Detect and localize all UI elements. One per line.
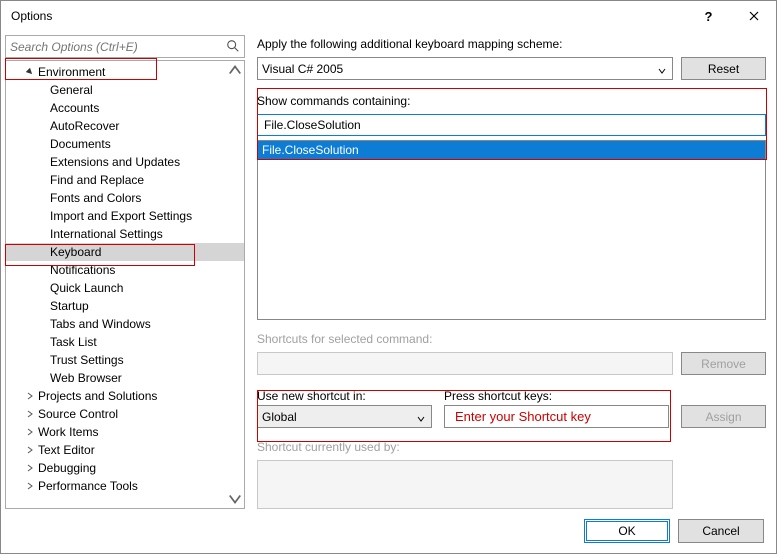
reset-button[interactable]: Reset [681, 57, 766, 80]
shortcuts-combo [257, 352, 673, 375]
tree-item[interactable]: Keyboard [6, 243, 244, 261]
tree-item[interactable]: Quick Launch [6, 279, 244, 297]
expand-icon[interactable] [24, 66, 36, 78]
scroll-down-icon[interactable] [228, 492, 242, 506]
filter-input[interactable] [262, 117, 761, 133]
tree-node[interactable]: Text Editor [6, 441, 244, 459]
expand-icon[interactable] [24, 408, 36, 420]
press-keys-note: Enter your Shortcut key [449, 409, 591, 424]
search-box[interactable] [5, 35, 245, 58]
search-input[interactable] [6, 38, 244, 56]
tree-item[interactable]: Fonts and Colors [6, 189, 244, 207]
shortcuts-label: Shortcuts for selected command: [257, 332, 766, 346]
use-shortcut-label: Use new shortcut in: [257, 389, 432, 403]
search-icon [226, 39, 240, 53]
category-tree[interactable]: EnvironmentGeneralAccountsAutoRecoverDoc… [5, 60, 245, 509]
chevron-down-icon [417, 412, 427, 422]
remove-button: Remove [681, 352, 766, 375]
tree-item[interactable]: Notifications [6, 261, 244, 279]
command-list[interactable]: File.CloseSolution [257, 140, 766, 320]
help-button[interactable]: ? [686, 1, 731, 31]
right-pane: Apply the following additional keyboard … [257, 35, 766, 509]
tree-node[interactable]: Performance Tools [6, 477, 244, 495]
tree-item[interactable]: Import and Export Settings [6, 207, 244, 225]
tree-node[interactable]: Source Control [6, 405, 244, 423]
tree-item[interactable]: Find and Replace [6, 171, 244, 189]
titlebar: Options ? [1, 1, 776, 31]
dialog-footer: OK Cancel [1, 509, 776, 553]
tree-node[interactable]: Debugging [6, 459, 244, 477]
filter-input-wrap[interactable] [257, 114, 766, 136]
used-by-label: Shortcut currently used by: [257, 440, 766, 454]
scheme-value: Visual C# 2005 [262, 62, 343, 76]
scheme-label: Apply the following additional keyboard … [257, 37, 766, 51]
show-commands-label: Show commands containing: [257, 94, 766, 108]
ok-button[interactable]: OK [584, 519, 670, 543]
expand-icon[interactable] [24, 480, 36, 492]
tree-item[interactable]: Trust Settings [6, 351, 244, 369]
use-shortcut-combo[interactable]: Global [257, 405, 432, 428]
tree-item[interactable]: General [6, 81, 244, 99]
used-by-combo [257, 460, 673, 509]
tree-node[interactable]: Work Items [6, 423, 244, 441]
use-shortcut-value: Global [262, 410, 297, 424]
tree-node[interactable]: Projects and Solutions [6, 387, 244, 405]
tree-item[interactable]: Tabs and Windows [6, 315, 244, 333]
tree-item[interactable]: Documents [6, 135, 244, 153]
list-item[interactable]: File.CloseSolution [258, 141, 765, 159]
expand-icon[interactable] [24, 390, 36, 402]
window-title: Options [11, 9, 686, 23]
tree-item[interactable]: Web Browser [6, 369, 244, 387]
scroll-up-icon[interactable] [228, 63, 242, 77]
expand-icon[interactable] [24, 426, 36, 438]
tree-item[interactable]: Accounts [6, 99, 244, 117]
expand-icon[interactable] [24, 462, 36, 474]
press-keys-label: Press shortcut keys: [444, 389, 669, 403]
options-dialog: Options ? EnvironmentGeneralAccountsAuto… [0, 0, 777, 554]
tree-item[interactable]: AutoRecover [6, 117, 244, 135]
cancel-button[interactable]: Cancel [678, 519, 764, 543]
scheme-combo[interactable]: Visual C# 2005 [257, 57, 673, 80]
expand-icon[interactable] [24, 444, 36, 456]
left-pane: EnvironmentGeneralAccountsAutoRecoverDoc… [5, 35, 245, 509]
tree-item[interactable]: Task List [6, 333, 244, 351]
tree-item[interactable]: International Settings [6, 225, 244, 243]
tree-item[interactable]: Extensions and Updates [6, 153, 244, 171]
tree-item[interactable]: Startup [6, 297, 244, 315]
close-button[interactable] [731, 1, 776, 31]
chevron-down-icon [658, 64, 668, 74]
assign-button: Assign [681, 405, 766, 428]
press-keys-input[interactable]: Enter your Shortcut key [444, 405, 669, 428]
tree-node-environment[interactable]: Environment [6, 63, 244, 81]
